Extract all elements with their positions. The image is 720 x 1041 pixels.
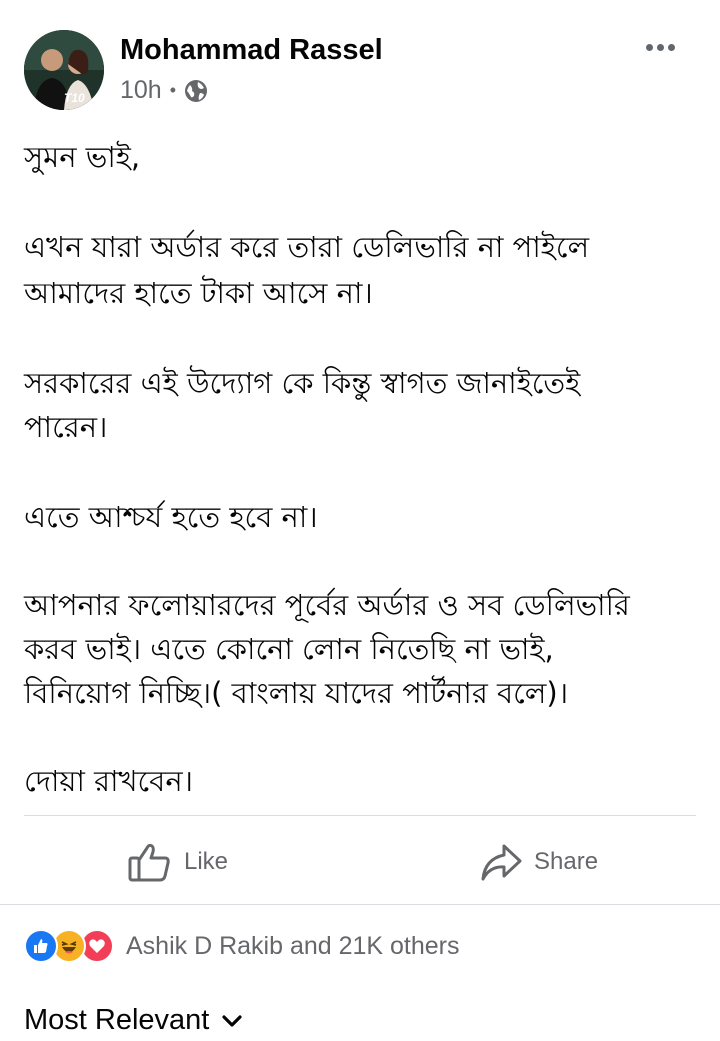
chevron-down-icon	[222, 1014, 242, 1027]
reactions-summary[interactable]: Ashik D Rakib and 21K others	[24, 928, 460, 964]
post-line: দোয়া রাখবেন।	[24, 764, 194, 798]
like-label: Like	[184, 848, 229, 875]
share-button[interactable]: Share	[480, 838, 598, 886]
action-divider	[24, 815, 696, 816]
post-line: সুমন ভাই,	[24, 140, 141, 174]
more-options-button[interactable]	[644, 38, 684, 62]
section-divider	[0, 904, 720, 905]
reactions-text: Ashik D Rakib and 21K others	[126, 931, 460, 960]
post-header: T10 Mohammad Rassel 10h •	[24, 30, 696, 110]
more-dot-icon	[668, 44, 675, 51]
like-reaction-icon	[24, 929, 58, 963]
post-line: আপনার ফলোয়ারদের পূর্বের অর্ডার ও সব ডেল…	[24, 588, 630, 622]
meta-separator: •	[169, 80, 177, 100]
post-time[interactable]: 10h	[120, 76, 162, 105]
post-line: সরকারের এই উদ্যোগ কে কিন্তু স্বাগত জানাই…	[24, 366, 581, 400]
share-arrow-icon	[481, 844, 522, 881]
more-dot-icon	[646, 44, 653, 51]
avatar-photo: T10	[24, 30, 104, 110]
post-line: এতে আশ্চর্য হতে হবে না।	[24, 500, 318, 534]
share-label: Share	[534, 848, 599, 875]
like-button[interactable]: Like	[128, 838, 228, 886]
post-line: এখন যারা অর্ডার করে তারা ডেলিভারি না পাই…	[24, 230, 590, 264]
post-line: বিনিয়োগ নিচ্ছি।( বাংলায় যাদের পার্টনার…	[24, 676, 569, 710]
globe-icon	[185, 79, 208, 102]
post-line: আমাদের হাতে টাকা আসে না।	[24, 276, 373, 310]
more-dot-icon	[657, 44, 664, 51]
post-line: করব ভাই। এতে কোনো লোন নিতেছি না ভাই,	[24, 632, 554, 666]
sort-label: Most Relevant	[24, 1004, 210, 1036]
post-line: পারেন।	[24, 410, 108, 444]
post-meta: 10h •	[120, 76, 208, 105]
avatar-badge: T10	[64, 91, 85, 105]
comment-sort-dropdown[interactable]: Most Relevant	[24, 1004, 243, 1037]
author-avatar[interactable]: T10	[24, 30, 104, 110]
author-name[interactable]: Mohammad Rassel	[120, 34, 383, 67]
thumbs-up-icon	[128, 843, 170, 882]
